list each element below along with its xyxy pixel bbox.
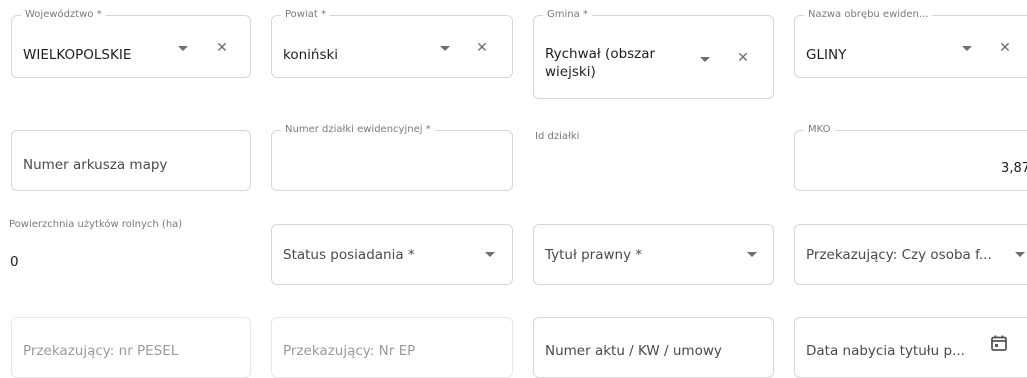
obreb-value: GLINY [806,47,847,63]
obreb-select[interactable]: Nazwa obrębu ewiden... GLINY ✕ [794,8,1027,78]
pesel-placeholder: Przekazujący: nr PESEL [23,343,179,359]
dzialka-label: Numer działki ewidencyjnej * [281,123,435,137]
chevron-down-icon[interactable] [747,252,757,257]
arkusz-input[interactable]: Numer arkusza mapy [11,130,251,191]
close-icon[interactable]: ✕ [998,41,1012,55]
akt-input[interactable]: Numer aktu / KW / umowy [533,317,774,378]
mko-value: 3,87 [1001,161,1027,176]
powierzchnia-value: 0 [10,254,19,270]
close-icon[interactable]: ✕ [215,41,229,55]
powiat-label: Powiat * [281,8,330,22]
calendar-icon[interactable] [990,334,1008,352]
chevron-down-icon[interactable] [962,46,972,51]
powiat-value: koniński [283,47,339,63]
pesel-input[interactable]: Przekazujący: nr PESEL [11,317,251,378]
powierzchnia-label: Powierzchnia użytków rolnych (ha) [9,219,183,230]
dzialka-input[interactable]: Numer działki ewidencyjnej * [271,123,513,191]
close-icon[interactable]: ✕ [736,51,750,65]
id-dzialki-label: Id działki [535,131,580,142]
nr-ep-input[interactable]: Przekazujący: Nr EP [271,317,513,378]
obreb-label: Nazwa obrębu ewiden... [804,8,933,22]
chevron-down-icon[interactable] [440,46,450,51]
mko-input[interactable]: MKO 3,87 [794,123,1027,191]
chevron-down-icon[interactable] [1015,252,1025,257]
tytul-select[interactable]: Tytuł prawny * [533,224,774,285]
status-select[interactable]: Status posiadania * [271,224,513,285]
wojewodztwo-select[interactable]: Województwo * WIELKOPOLSKIE ✕ [11,8,251,78]
gmina-select[interactable]: Gmina * Rychwał (obszar wiejski) ✕ [533,8,774,99]
tytul-placeholder: Tytuł prawny * [545,247,643,263]
data-nabycia-placeholder: Data nabycia tytułu p... [806,343,965,359]
przekazujacy-osoba-placeholder: Przekazujący: Czy osoba f... [806,247,992,263]
id-dzialki-field: Id działki [533,130,774,191]
arkusz-placeholder: Numer arkusza mapy [23,157,168,173]
mko-label: MKO [804,123,835,137]
chevron-down-icon[interactable] [700,57,710,62]
chevron-down-icon[interactable] [485,252,495,257]
chevron-down-icon[interactable] [178,46,188,51]
wojewodztwo-label: Województwo * [21,8,106,22]
gmina-label: Gmina * [543,8,592,22]
powierzchnia-field: Powierzchnia użytków rolnych (ha) 0 [9,218,249,278]
powiat-select[interactable]: Powiat * koniński ✕ [271,8,513,78]
nr-ep-placeholder: Przekazujący: Nr EP [283,343,416,359]
akt-placeholder: Numer aktu / KW / umowy [545,343,722,359]
przekazujacy-osoba-select[interactable]: Przekazujący: Czy osoba f... [794,224,1027,285]
status-placeholder: Status posiadania * [283,247,415,263]
wojewodztwo-value: WIELKOPOLSKIE [23,47,132,63]
data-nabycia-input[interactable]: Data nabycia tytułu p... [794,317,1027,378]
gmina-value: Rychwał (obszar wiejski) [545,46,656,80]
close-icon[interactable]: ✕ [475,41,489,55]
